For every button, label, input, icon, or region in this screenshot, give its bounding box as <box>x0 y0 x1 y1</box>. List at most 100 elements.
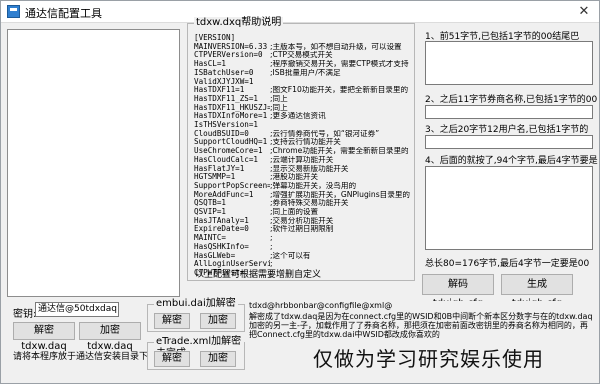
help-key: HasCloudCalc=1 <box>194 155 259 164</box>
help-line: ValidXJYJXW=1 <box>194 78 410 87</box>
help-description: ;程序撤销交易开关，需要CTP模式才支持 <box>270 60 409 69</box>
help-key: HGTSMMP=1 <box>194 173 236 182</box>
etrade-encrypt-button[interactable]: 加密 <box>200 351 236 367</box>
close-icon[interactable]: ✕ <box>575 4 593 20</box>
info-text: tdxd@hrbbonbar@configfile@xml@ 解密成了tdxw.… <box>249 301 593 339</box>
help-description: ;云端计算功能开关 <box>270 155 334 164</box>
help-key: MAINTC= <box>194 234 227 243</box>
help-line: QSQTB=1 ;券商特殊交易功能开关 <box>194 199 410 208</box>
help-line: UseChromeCore=1 ;Chrome功能开关，需要全新新目录里的 <box>194 147 410 156</box>
help-line: MAINTC=; <box>194 234 410 243</box>
help-key: MoreAddFunc=1 <box>194 190 254 199</box>
field3-input[interactable] <box>425 135 593 149</box>
help-description: ;主版本号，如不想自动升级，可以设置 <box>270 42 402 51</box>
disclaimer-overlay: 仅做为学习研究娱乐使用 <box>313 347 544 371</box>
help-line: MAINVERSION=6.33 ;主版本号，如不想自动升级，可以设置 <box>194 43 410 52</box>
encrypt-tdxw-daq-button[interactable]: 加密tdxw.daq <box>79 322 141 352</box>
help-key: MAINVERSION=6.33 <box>194 42 268 51</box>
help-description: ;Chrome功能开关，需要全新新目录里的 <box>270 147 409 156</box>
help-line: ExpireDate=0 ;软件过期日期限制 <box>194 225 410 234</box>
help-line: SupportPopScreen=0 ;弹幕功能开关，没鸟用的 <box>194 182 410 191</box>
help-key: HasFlatJY=1 <box>194 164 245 173</box>
help-description: ;云行情券商代号，如“银河证券” <box>270 129 380 138</box>
help-line: HasJTAnaly=1 ;交易分析功能开关 <box>194 217 410 226</box>
config-content-area[interactable] <box>7 29 180 297</box>
help-line: SupportCloudHQ=1 ;支持云行情功能开关 <box>194 138 410 147</box>
emb-encrypt-button[interactable]: 加密 <box>200 313 236 329</box>
password-input[interactable]: 通达信@50tdxdaq <box>35 302 119 317</box>
help-key: QSQTB=1 <box>194 199 227 208</box>
help-key: ISBatchUser=0 <box>194 68 254 77</box>
help-key: ValidXJYJXW=1 <box>194 77 254 86</box>
help-key: IsTHSVersion=1 <box>194 121 259 130</box>
help-line: HasCloudCalc=1 ;云端计算功能开关 <box>194 156 410 165</box>
help-group-label: tdxw.dxq帮助说明 <box>194 17 284 29</box>
config-tool-window: 通达信配置工具 ✕ tdxw.dxq帮助说明 [VERSION] MAINVERS… <box>0 0 600 384</box>
help-description: ;券商特殊交易功能开关 <box>270 199 349 208</box>
help-description: ;显示交易新版功能开关 <box>270 164 349 173</box>
title-bar: 通达信配置工具 ✕ <box>1 1 599 23</box>
help-key: QSVIP=1 <box>194 208 227 217</box>
help-description: ;弹幕功能开关，没鸟用的 <box>270 181 357 190</box>
help-text: [VERSION] MAINVERSION=6.33 ;主版本号，如不想自动升级，可… <box>194 34 410 278</box>
help-description: ;同上 <box>270 94 288 103</box>
help-key: SupportPopScreen=0 <box>194 181 270 190</box>
help-key: HasTDXF11=1 <box>194 86 245 95</box>
emb-decrypt-button[interactable]: 解密 <box>154 313 190 329</box>
help-key: SupportCloudHQ=1 <box>194 138 268 147</box>
help-description: ;同上 <box>270 103 288 112</box>
help-key: CloudBSUID=0 <box>194 129 249 138</box>
help-description: ;港股功能开关 <box>270 173 319 182</box>
help-line: IsTHSVersion=1 <box>194 121 410 130</box>
help-description: ;同上面的设置 <box>270 208 319 217</box>
help-description: ;交易分析功能开关 <box>270 216 334 225</box>
info-line-1: tdxd@hrbbonbar@configfile@xml@ <box>249 301 393 310</box>
help-line: HasTDXF11_ZS=1 ;同上 <box>194 95 410 104</box>
help-line: HasTDXInfoMore=1 ;更多通达信资讯 <box>194 112 410 121</box>
help-description: ; <box>270 242 273 251</box>
help-line: HasCL=1 ;程序撤销交易开关，需要CTP模式才支持 <box>194 60 410 69</box>
window-title: 通达信配置工具 <box>25 7 102 20</box>
emb-group-label: embui.dai加解密 <box>154 298 238 310</box>
emb-groupbox: embui.dai加解密 解密 加密 <box>147 298 245 332</box>
help-line: HGTSMMP=1 ;港股功能开关 <box>194 173 410 182</box>
field4-textarea[interactable] <box>425 166 593 250</box>
help-line: HasTDXF11=1 ;图文F10功能开关，要把全新新目录里的 <box>194 86 410 95</box>
help-description: ;CTP交易模式开关 <box>270 51 333 60</box>
total-length-note: 总长80=176字节,最后4字节一定要是00 <box>425 259 590 269</box>
help-key: HasQSHKInfo= <box>194 242 249 251</box>
help-line: HasFlatJY=1 ;显示交易新版功能开关 <box>194 165 410 174</box>
help-key: HasTDXF11_HKUSZJ=1 <box>194 103 270 112</box>
help-line: ISBatchUser=0 ;ISB批量用户/不满足 <box>194 69 410 78</box>
help-key: [VERSION] <box>194 34 236 42</box>
help-footer: 以上配置可根据需要增删自定义 <box>195 270 322 280</box>
help-description: ;软件过期日期限制 <box>270 225 334 234</box>
help-line: HasQSHKInfo=; <box>194 243 410 252</box>
help-line: MoreAddFunc=1 ;增强扩展功能开关，GNPlugins目录里的 <box>194 191 410 200</box>
etrade-groupbox: eTrade.xml加解密 未完成 解密 加密 <box>147 336 245 370</box>
help-description: ;这个可以有 <box>270 251 311 260</box>
help-key: HasTDXInfoMore=1 <box>194 112 268 121</box>
decode-tdxjgb-button[interactable]: 解码tdxjgb.cfg <box>422 274 494 309</box>
help-description: ;图文F10功能开关，要把全新新目录里的 <box>270 86 409 95</box>
field2-input[interactable] <box>425 105 593 119</box>
help-line: HasGLWeb= ;这个可以有 <box>194 252 410 261</box>
generate-tdxjgb-button[interactable]: 生成tdxjgb.cfg <box>501 274 573 309</box>
help-key: HasCL=1 <box>194 60 227 69</box>
password-label: 密钥: <box>13 309 37 320</box>
decrypt-tdxw-daq-button[interactable]: 解密tdxw.daq <box>13 322 75 352</box>
help-key: HasJTAnaly=1 <box>194 216 249 225</box>
info-line-2: 解密成了tdxw.daq是因为在connect.cfg里的WSID和0B中间断个… <box>249 312 593 339</box>
help-line: [VERSION] <box>194 34 410 43</box>
field1-textarea[interactable] <box>425 41 593 85</box>
etrade-decrypt-button[interactable]: 解密 <box>154 351 190 367</box>
help-line: QSVIP=1 ;同上面的设置 <box>194 208 410 217</box>
install-hint: 请将本程序放于通达信安装目录下 <box>13 352 149 362</box>
help-line: CloudBSUID=0 ;云行情券商代号，如“银河证券” <box>194 130 410 139</box>
help-key: UseChromeCore=1 <box>194 147 263 156</box>
help-groupbox: tdxw.dxq帮助说明 [VERSION] MAINVERSION=6.33 ;主… <box>187 17 415 281</box>
help-description: ; <box>270 234 273 243</box>
help-line: HasTDXF11_HKUSZJ=1 ;同上 <box>194 104 410 113</box>
app-icon <box>7 5 20 18</box>
help-key: ExpireDate=0 <box>194 225 249 234</box>
